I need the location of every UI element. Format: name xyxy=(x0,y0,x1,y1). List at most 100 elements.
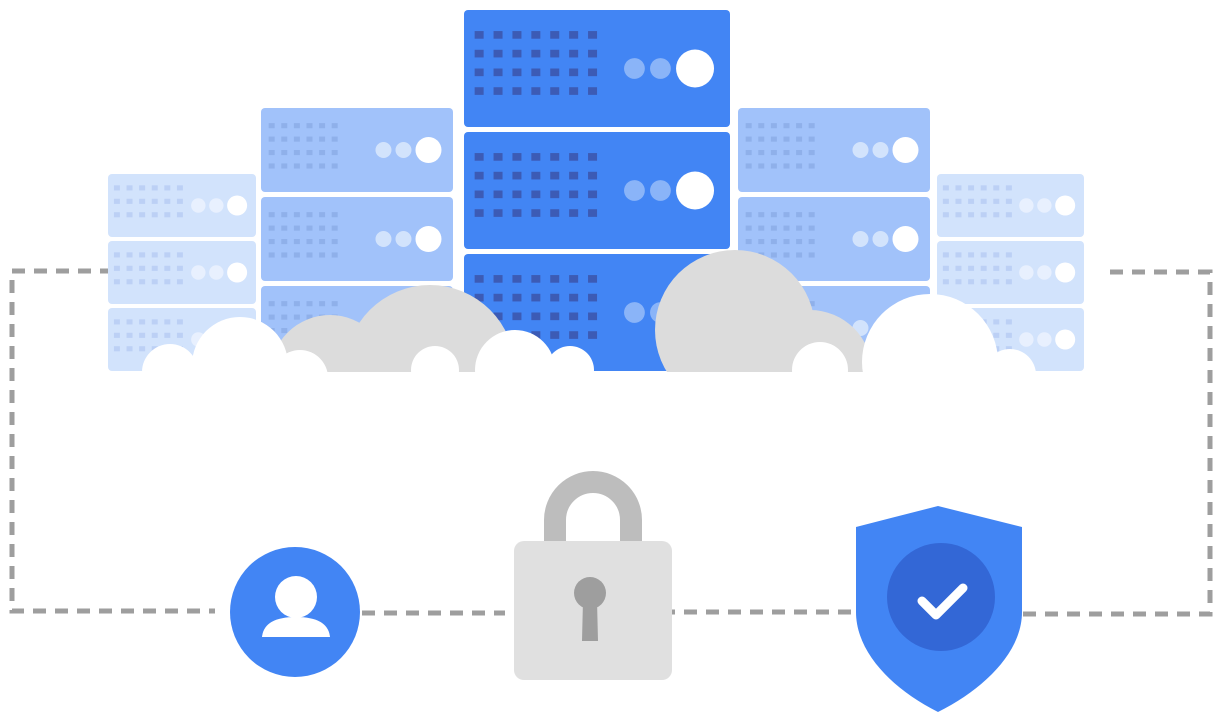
server-vent-dot xyxy=(493,31,503,39)
server-vent-dot xyxy=(569,171,579,180)
server-vent-dot xyxy=(783,123,790,129)
server-led xyxy=(1037,332,1052,347)
server-vent-dot xyxy=(569,87,579,95)
server-vent-dot xyxy=(319,150,326,156)
server-vent-dot xyxy=(474,68,484,77)
server-vent-dot xyxy=(268,239,275,245)
server-vent-dot xyxy=(569,49,579,58)
server-led xyxy=(191,265,206,280)
server-led xyxy=(1037,265,1052,280)
server-vent-dot xyxy=(151,265,158,271)
server-vent-dot xyxy=(531,49,541,58)
server-vent-dot xyxy=(293,136,300,142)
server-vent-dot xyxy=(942,252,949,258)
server-led xyxy=(395,142,412,158)
server-vent-dot xyxy=(588,87,598,95)
server-vent-dot xyxy=(126,212,133,218)
server-led xyxy=(852,142,869,158)
server-vent-dot xyxy=(281,314,288,320)
server-vent-dot xyxy=(268,212,275,218)
server-vent-dot xyxy=(268,314,275,320)
server-unit xyxy=(261,197,453,281)
server-vent-dot xyxy=(531,209,541,217)
server-vent-dot xyxy=(113,346,120,352)
server-vent-dot xyxy=(176,265,183,271)
server-vent-dot xyxy=(569,293,579,302)
server-vent-dot xyxy=(531,171,541,180)
server-vent-dot xyxy=(588,68,598,77)
server-vent-dot xyxy=(151,198,158,204)
server-vent-dot xyxy=(993,252,1000,258)
server-vent-dot xyxy=(796,123,803,129)
server-vent-dot xyxy=(139,198,146,204)
server-vent-dot xyxy=(1005,252,1012,258)
server-vent-dot xyxy=(588,31,598,39)
server-vent-dot xyxy=(758,239,765,245)
server-power-button xyxy=(227,262,248,283)
server-vent-dot xyxy=(319,252,326,258)
server-vent-dot xyxy=(512,87,522,95)
server-vent-dot xyxy=(745,225,752,231)
server-led xyxy=(375,231,392,247)
server-vent-dot xyxy=(139,319,146,325)
server-vent-dot xyxy=(512,312,522,321)
server-vent-dot xyxy=(569,275,579,283)
user-avatar-icon xyxy=(230,547,360,677)
server-vent-dot xyxy=(126,185,133,191)
server-vent-dot xyxy=(331,301,338,307)
server-vent-dot xyxy=(126,265,133,271)
server-vent-dot xyxy=(531,293,541,302)
server-vent-dot xyxy=(808,252,815,258)
server-vent-dot xyxy=(770,150,777,156)
shield-inner-circle xyxy=(887,543,995,651)
server-vent-dot xyxy=(319,212,326,218)
server-vent-dot xyxy=(126,332,133,338)
server-power-button xyxy=(1055,329,1076,350)
server-vent-dot xyxy=(113,279,120,285)
server-led xyxy=(191,198,206,213)
server-vent-dot xyxy=(569,331,579,339)
server-vent-dot xyxy=(993,279,1000,285)
server-power-button xyxy=(227,195,248,216)
server-vent-dot xyxy=(550,49,560,58)
server-vent-dot xyxy=(588,190,598,199)
server-vent-dot xyxy=(569,312,579,321)
server-vent-dot xyxy=(281,225,288,231)
server-vent-dot xyxy=(293,150,300,156)
server-vent-dot xyxy=(550,293,560,302)
server-vent-dot xyxy=(268,252,275,258)
server-vent-dot xyxy=(331,239,338,245)
server-vent-dot xyxy=(293,314,300,320)
server-vent-dot xyxy=(588,293,598,302)
server-vent-dot xyxy=(319,301,326,307)
server-vent-dot xyxy=(281,328,288,334)
server-power-button xyxy=(1055,195,1076,216)
server-vent-dot xyxy=(770,239,777,245)
server-vent-dot xyxy=(281,239,288,245)
server-power-button xyxy=(892,226,919,252)
server-vent-dot xyxy=(319,225,326,231)
server-vent-dot xyxy=(942,185,949,191)
server-vent-dot xyxy=(796,212,803,218)
server-vent-dot xyxy=(796,136,803,142)
server-vent-dot xyxy=(176,198,183,204)
server-vent-dot xyxy=(588,209,598,217)
server-vent-dot xyxy=(942,279,949,285)
server-vent-dot xyxy=(306,163,313,169)
server-vent-dot xyxy=(281,136,288,142)
server-vent-dot xyxy=(942,198,949,204)
server-vent-dot xyxy=(796,150,803,156)
server-vent-dot xyxy=(319,239,326,245)
server-led xyxy=(624,58,645,79)
server-vent-dot xyxy=(531,275,541,283)
server-vent-dot xyxy=(139,252,146,258)
server-vent-dot xyxy=(588,49,598,58)
server-vent-dot xyxy=(306,301,313,307)
server-vent-dot xyxy=(331,252,338,258)
server-unit xyxy=(108,174,256,237)
server-vent-dot xyxy=(493,68,503,77)
server-unit xyxy=(464,132,730,249)
server-vent-dot xyxy=(1005,198,1012,204)
server-vent-dot xyxy=(993,332,1000,338)
server-vent-dot xyxy=(164,265,171,271)
